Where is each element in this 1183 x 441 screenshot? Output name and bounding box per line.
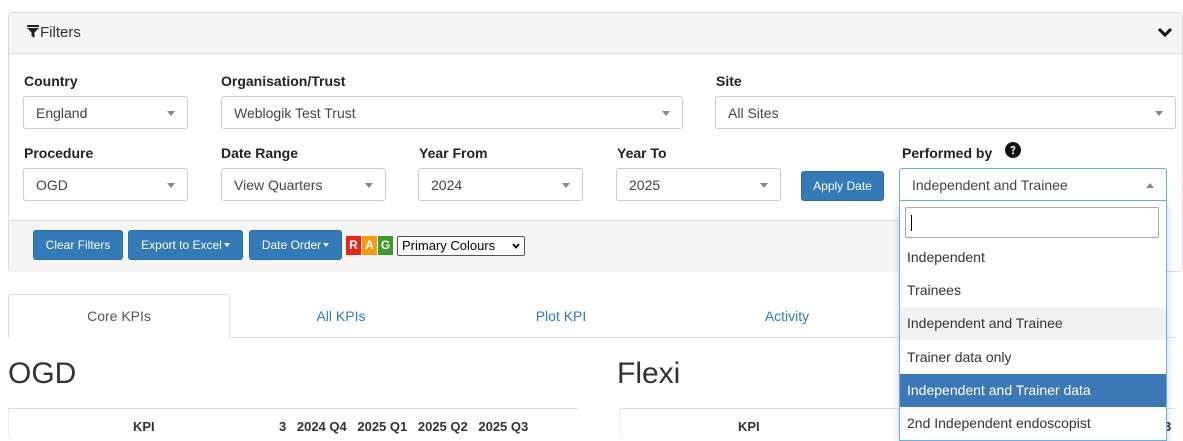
colour-scheme-value: Primary Colours: [402, 238, 496, 253]
procedure-select[interactable]: OGD: [23, 168, 188, 201]
rag-red: R: [346, 236, 361, 255]
filter-icon: [27, 25, 39, 38]
procedure-label: Procedure: [24, 145, 94, 161]
performed-by-select[interactable]: Independent and Trainee: [899, 168, 1167, 201]
year-from-select[interactable]: 2024: [418, 168, 583, 201]
site-label: Site: [716, 73, 742, 89]
country-label: Country: [24, 73, 78, 89]
apply-date-button[interactable]: Apply Date: [801, 171, 884, 201]
caret-up-icon: [1146, 183, 1154, 188]
organisation-label: Organisation/Trust: [221, 73, 346, 89]
country-value: England: [36, 105, 88, 121]
filters-header[interactable]: Filters: [9, 13, 1182, 54]
date-range-label: Date Range: [221, 145, 299, 161]
quarter-header: 2025 Q3: [478, 419, 529, 434]
dropdown-search-input[interactable]: [905, 207, 1159, 238]
kpi-column-header: KPI: [133, 419, 155, 434]
site-value: All Sites: [728, 105, 779, 121]
tab-activity[interactable]: Activity: [676, 294, 898, 338]
date-order-button[interactable]: Date Order: [249, 230, 342, 260]
caret-down-icon: [1155, 111, 1163, 116]
dropdown-option-trainees[interactable]: Trainees: [900, 274, 1166, 307]
quarter-header: 2025 Q2: [417, 419, 468, 434]
country-select[interactable]: England: [23, 96, 188, 129]
rag-indicator: R A G: [346, 236, 393, 255]
flexi-section-title: Flexi: [617, 357, 681, 390]
caret-down-icon: [323, 243, 330, 247]
rag-green: G: [378, 236, 393, 255]
filters-title: Filters: [27, 24, 81, 41]
ogd-section-title: OGD: [8, 357, 77, 390]
export-excel-button[interactable]: Export to Excel: [128, 230, 243, 260]
procedure-value: OGD: [36, 177, 68, 193]
performed-by-label: Performed by: [902, 145, 993, 161]
colour-scheme-select[interactable]: Primary Colours: [397, 236, 525, 256]
quarter-headers: 3 2024 Q4 2025 Q1 2025 Q2 2025 Q3: [279, 419, 535, 434]
organisation-select[interactable]: Weblogik Test Trust: [221, 96, 683, 129]
dropdown-option-trainer-data-only[interactable]: Trainer data only: [900, 341, 1166, 374]
caret-down-icon: [167, 183, 175, 188]
ogd-table-header: KPI 3 2024 Q4 2025 Q1 2025 Q2 2025 Q3: [8, 408, 578, 438]
caret-down-icon: [365, 183, 373, 188]
kpi-column-header: KPI: [738, 419, 760, 434]
chevron-down-icon[interactable]: [1158, 27, 1172, 37]
quarter-header: 2024 Q4: [296, 419, 347, 434]
year-to-label: Year To: [617, 145, 667, 161]
date-range-value: View Quarters: [234, 177, 323, 193]
year-from-value: 2024: [431, 177, 463, 193]
dropdown-option-independent-and-trainee[interactable]: Independent and Trainee: [900, 307, 1166, 340]
chevron-down-icon: [512, 243, 520, 249]
rag-amber: A: [362, 236, 377, 255]
dropdown-option-2nd-independent-endoscopist[interactable]: 2nd Independent endoscopist: [900, 407, 1166, 440]
tab-plot-kpi[interactable]: Plot KPI: [450, 294, 672, 338]
caret-down-icon: [760, 183, 768, 188]
text-cursor: [911, 215, 912, 231]
performed-by-value: Independent and Trainee: [912, 177, 1068, 193]
dropdown-option-independent[interactable]: Independent: [900, 241, 1166, 274]
help-icon[interactable]: [1005, 142, 1021, 158]
caret-down-icon: [662, 111, 670, 116]
site-select[interactable]: All Sites: [715, 96, 1176, 129]
organisation-value: Weblogik Test Trust: [234, 105, 356, 121]
quarter-header: 3: [279, 419, 287, 434]
caret-down-icon: [223, 243, 230, 247]
year-to-value: 2025: [629, 177, 661, 193]
quarter-header: 2025 Q1: [357, 419, 408, 434]
caret-down-icon: [562, 183, 570, 188]
clear-filters-button[interactable]: Clear Filters: [33, 230, 123, 260]
dropdown-option-independent-and-trainer-data[interactable]: Independent and Trainer data: [900, 374, 1166, 407]
tab-core-kpis[interactable]: Core KPIs: [8, 294, 230, 338]
year-to-select[interactable]: 2025: [616, 168, 781, 201]
performed-by-dropdown: Independent Trainees Independent and Tra…: [899, 201, 1167, 441]
caret-down-icon: [167, 111, 175, 116]
date-range-select[interactable]: View Quarters: [221, 168, 386, 201]
tab-all-kpis[interactable]: All KPIs: [230, 294, 452, 338]
year-from-label: Year From: [419, 145, 488, 161]
